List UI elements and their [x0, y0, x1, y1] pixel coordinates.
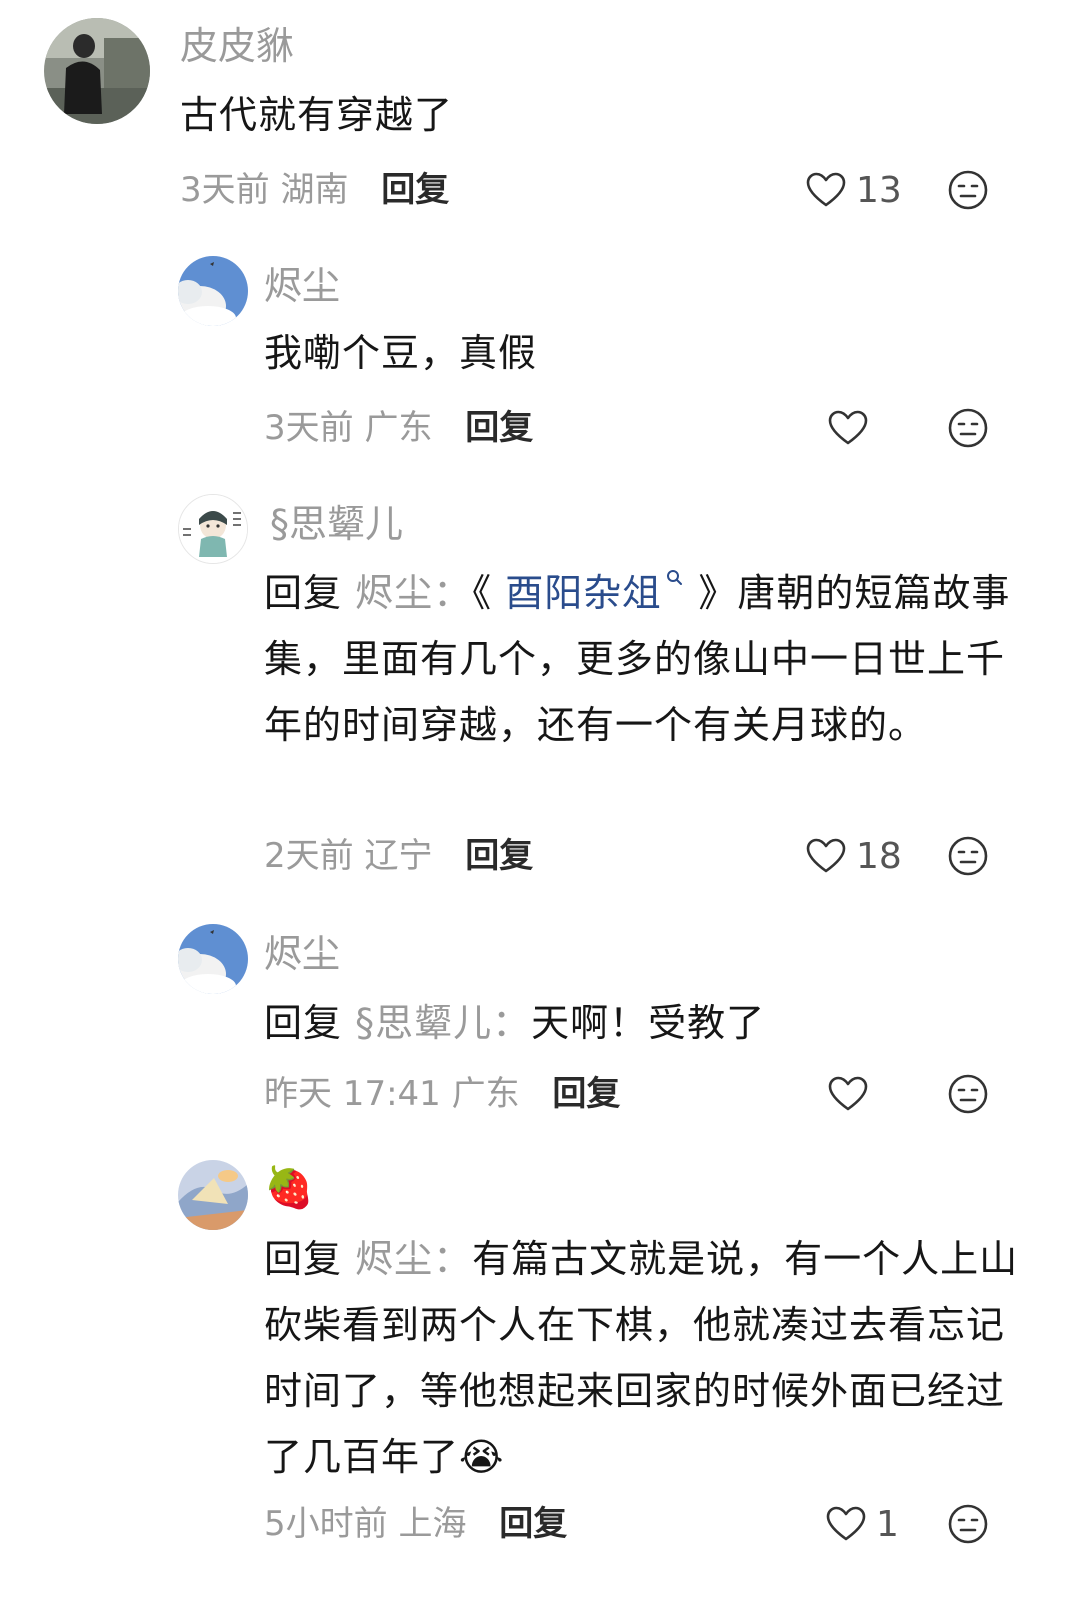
- location: 辽宁: [364, 836, 433, 876]
- dislike-button[interactable]: [946, 1502, 990, 1546]
- comment-3: §思颦儿 回复 烬尘：《 酉阳杂俎 》唐朝的短篇故事集，里面有几个，更多的像山中…: [0, 478, 1079, 898]
- timestamp: 昨天 17:41: [264, 1074, 441, 1114]
- timestamp: 3天前: [180, 170, 270, 210]
- neutral-face-icon: [948, 408, 988, 448]
- heart-outline-icon: [806, 172, 846, 207]
- avatar-sky-icon: [178, 256, 248, 326]
- heart-outline-icon: [826, 1506, 866, 1541]
- avatar-sky-icon: [178, 924, 248, 994]
- comment-meta: 3天前 湖南 回复: [180, 168, 449, 212]
- search-icon: [667, 570, 683, 585]
- like-count: 1: [876, 1503, 899, 1545]
- avatar[interactable]: [178, 1160, 248, 1230]
- username[interactable]: 烬尘: [264, 262, 340, 310]
- location: 湖南: [280, 170, 349, 210]
- username[interactable]: 烬尘: [264, 930, 340, 978]
- location: 广东: [364, 408, 433, 448]
- timestamp: 2天前: [264, 836, 354, 876]
- reply-prefix: 回复: [264, 1237, 343, 1281]
- text-before-link: 《: [472, 571, 493, 615]
- dislike-button[interactable]: [946, 168, 990, 212]
- neutral-face-icon: [948, 836, 988, 876]
- avatar[interactable]: [44, 18, 150, 124]
- timestamp: 3天前: [264, 408, 354, 448]
- comment-text: 回复 烬尘：《 酉阳杂俎 》唐朝的短篇故事集，里面有几个，更多的像山中一日世上千…: [264, 560, 1024, 758]
- reply-prefix: 回复: [264, 571, 343, 615]
- reply-prefix: 回复: [264, 1001, 343, 1045]
- heart-outline-icon: [828, 410, 868, 445]
- like-button[interactable]: 13: [806, 168, 902, 212]
- like-count: 13: [856, 169, 902, 211]
- comment-meta: 5小时前 上海 回复: [264, 1502, 567, 1546]
- reply-button[interactable]: 回复: [499, 1504, 567, 1544]
- reply-button[interactable]: 回复: [381, 170, 449, 210]
- comment-meta: 2天前 辽宁 回复: [264, 834, 533, 878]
- comment-text: 回复 §思颦儿：天啊！受教了: [264, 990, 1044, 1056]
- location: 上海: [398, 1504, 467, 1544]
- comment-text: 回复 烬尘：有篇古文就是说，有一个人上山砍柴看到两个人在下棋，他就凑过去看忘记时…: [264, 1226, 1024, 1490]
- comment-meta: 3天前 广东 回复: [264, 406, 533, 450]
- avatar[interactable]: [178, 924, 248, 994]
- dislike-button[interactable]: [946, 406, 990, 450]
- dislike-button[interactable]: [946, 834, 990, 878]
- comment-2: 烬尘 我嘞个豆，真假 3天前 广东 回复: [0, 240, 1079, 460]
- link-text: 酉阳杂俎: [505, 571, 662, 615]
- reply-button[interactable]: 回复: [465, 836, 533, 876]
- neutral-face-icon: [948, 170, 988, 210]
- like-button[interactable]: 18: [806, 834, 902, 878]
- comment-text: 我嘞个豆，真假: [264, 331, 538, 375]
- neutral-face-icon: [948, 1074, 988, 1114]
- like-count: 18: [856, 835, 902, 877]
- reply-target[interactable]: 烬尘：: [355, 1237, 472, 1281]
- comment-4: 烬尘 回复 §思颦儿：天啊！受教了 昨天 17:41 广东 回复: [0, 906, 1079, 1142]
- like-button[interactable]: [828, 1072, 868, 1116]
- comment-text: 古代就有穿越了: [180, 93, 454, 137]
- username[interactable]: 🍓: [264, 1164, 314, 1212]
- like-button[interactable]: [828, 406, 868, 450]
- comment-meta: 昨天 17:41 广东 回复: [264, 1072, 620, 1116]
- avatar-photo-icon: [44, 18, 150, 124]
- heart-outline-icon: [806, 838, 846, 873]
- avatar-cartoon-icon: [179, 495, 247, 563]
- avatar-painting-icon: [178, 1160, 248, 1230]
- username[interactable]: §思颦儿: [270, 500, 403, 548]
- neutral-face-icon: [948, 1504, 988, 1544]
- reply-target[interactable]: 烬尘：: [355, 571, 472, 615]
- like-button[interactable]: 1: [826, 1502, 899, 1546]
- location: 广东: [451, 1074, 520, 1114]
- dislike-button[interactable]: [946, 1072, 990, 1116]
- search-link[interactable]: 酉阳杂俎: [505, 570, 685, 615]
- reply-button[interactable]: 回复: [552, 1074, 620, 1114]
- comment-1: 皮皮貅 古代就有穿越了 3天前 湖南 回复 13: [0, 0, 1079, 230]
- timestamp: 5小时前: [264, 1504, 388, 1544]
- reply-button[interactable]: 回复: [465, 408, 533, 448]
- reply-target[interactable]: §思颦儿：: [355, 1001, 531, 1045]
- heart-outline-icon: [828, 1076, 868, 1111]
- reply-body: 天啊！受教了: [531, 1001, 766, 1045]
- comment-5: 🍓 回复 烬尘：有篇古文就是说，有一个人上山砍柴看到两个人在下棋，他就凑过去看忘…: [0, 1146, 1079, 1610]
- username[interactable]: 皮皮貅: [180, 22, 294, 70]
- avatar[interactable]: [178, 494, 248, 564]
- avatar[interactable]: [178, 256, 248, 326]
